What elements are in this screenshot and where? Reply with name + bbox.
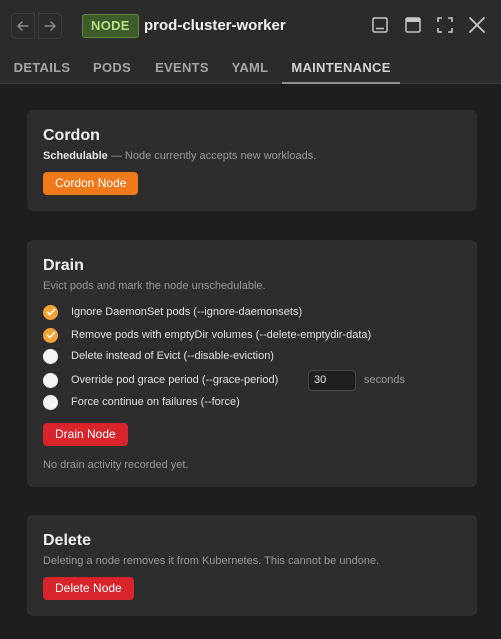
check-icon xyxy=(46,308,55,316)
tab-pods[interactable]: PODS xyxy=(84,52,140,84)
option-ignore-daemonsets[interactable]: Ignore DaemonSet pods (--ignore-daemonse… xyxy=(43,303,302,321)
cordon-status-desc: — Node currently accepts new workloads. xyxy=(107,150,317,162)
title-bar: NODE prod-cluster-worker xyxy=(0,0,501,52)
drain-node-button[interactable]: Drain Node xyxy=(43,423,128,446)
checkbox-unchecked[interactable] xyxy=(43,372,58,388)
detach-window-button[interactable] xyxy=(402,14,424,36)
delete-title: Delete xyxy=(43,532,92,549)
cordon-status-text: Schedulable — Node currently accepts new… xyxy=(43,150,316,162)
option-label: Ignore DaemonSet pods (--ignore-daemonse… xyxy=(71,306,303,318)
window-icon xyxy=(405,17,421,33)
delete-description: Deleting a node removes it from Kubernet… xyxy=(43,555,380,567)
tab-details[interactable]: DETAILS xyxy=(4,52,80,84)
checkbox-unchecked[interactable] xyxy=(43,348,58,364)
arrow-left-icon xyxy=(17,21,29,31)
drain-card: Drain Evict pods and mark the node unsch… xyxy=(27,240,477,487)
tab-yaml[interactable]: YAML xyxy=(222,52,278,84)
close-button[interactable] xyxy=(466,14,488,36)
tab-bar: DETAILS PODS EVENTS YAML MAINTENANCE xyxy=(0,52,501,84)
cordon-status: Schedulable xyxy=(43,150,108,162)
kind-badge: NODE xyxy=(82,14,139,38)
option-force[interactable]: Force continue on failures (--force) xyxy=(43,393,240,411)
dock-bottom-button[interactable] xyxy=(369,14,391,36)
check-icon xyxy=(46,331,55,339)
resource-name: prod-cluster-worker xyxy=(144,17,286,34)
fullscreen-button[interactable] xyxy=(434,14,456,36)
dock-bottom-icon xyxy=(372,17,388,33)
option-grace-period[interactable]: Override pod grace period (--grace-perio… xyxy=(43,371,278,389)
cordon-card: Cordon Schedulable — Node currently acce… xyxy=(27,110,477,211)
grace-period-unit: seconds xyxy=(364,374,405,386)
delete-node-button[interactable]: Delete Node xyxy=(43,577,134,600)
drain-title: Drain xyxy=(43,257,84,274)
fullscreen-icon xyxy=(437,17,453,33)
grace-period-input[interactable]: 30 xyxy=(308,370,356,391)
checkbox-checked[interactable] xyxy=(43,327,58,343)
checkbox-unchecked[interactable] xyxy=(43,394,58,410)
checkbox-checked[interactable] xyxy=(43,304,58,320)
option-label: Force continue on failures (--force) xyxy=(71,396,240,408)
tab-maintenance[interactable]: MAINTENANCE xyxy=(282,52,400,84)
drain-status: No drain activity recorded yet. xyxy=(43,459,189,471)
option-disable-eviction[interactable]: Delete instead of Evict (--disable-evict… xyxy=(43,347,274,365)
delete-card: Delete Deleting a node removes it from K… xyxy=(27,515,477,616)
option-label: Override pod grace period (--grace-perio… xyxy=(71,374,279,386)
option-label: Delete instead of Evict (--disable-evict… xyxy=(71,350,274,362)
drain-description: Evict pods and mark the node unschedulab… xyxy=(43,280,266,292)
close-icon xyxy=(469,17,485,33)
forward-button[interactable] xyxy=(38,13,62,39)
tab-events[interactable]: EVENTS xyxy=(146,52,218,84)
back-button[interactable] xyxy=(11,13,35,39)
arrow-right-icon xyxy=(44,21,56,31)
cordon-title: Cordon xyxy=(43,127,100,144)
option-delete-emptydir[interactable]: Remove pods with emptyDir volumes (--del… xyxy=(43,326,371,344)
cordon-node-button[interactable]: Cordon Node xyxy=(43,172,139,195)
option-label: Remove pods with emptyDir volumes (--del… xyxy=(71,329,372,341)
